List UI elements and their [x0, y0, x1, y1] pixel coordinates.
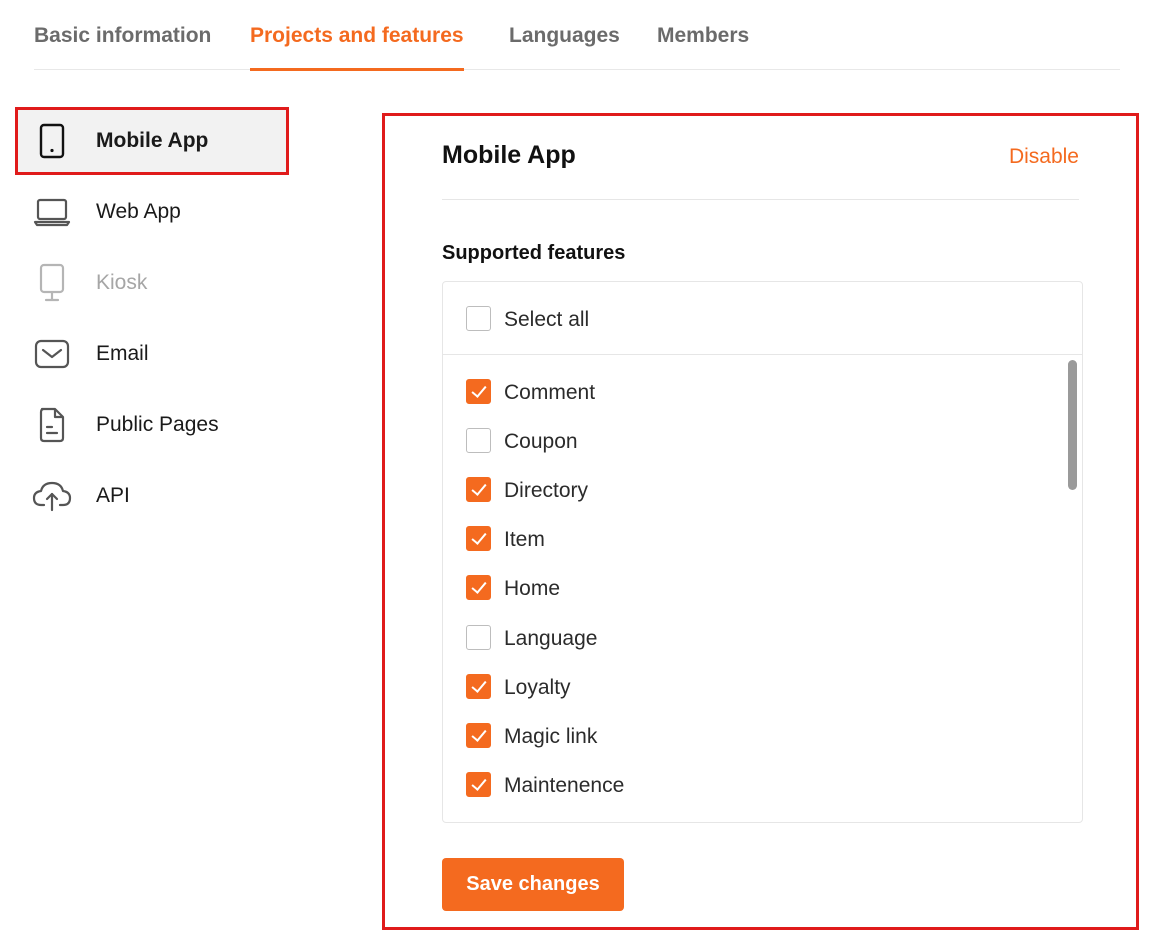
feature-label: Language: [504, 627, 597, 651]
feature-label: Item: [504, 528, 545, 552]
select-all-row[interactable]: Select all: [443, 282, 1082, 355]
feature-label: Directory: [504, 479, 588, 503]
list-item[interactable]: Language: [443, 618, 1082, 658]
list-item[interactable]: Loyalty: [443, 667, 1082, 707]
feature-label: Magic link: [504, 725, 597, 749]
tab-projects-and-features[interactable]: Projects and features: [250, 24, 464, 70]
select-all-label: Select all: [504, 308, 589, 332]
feature-checkbox[interactable]: [466, 674, 491, 699]
divider: [442, 199, 1079, 200]
feature-label: Maintenence: [504, 774, 624, 798]
disable-link[interactable]: Disable: [1009, 145, 1079, 169]
feature-label: Loyalty: [504, 676, 571, 700]
feature-list-scrollbar[interactable]: [1068, 360, 1077, 490]
tab-languages[interactable]: Languages: [509, 24, 620, 70]
sidebar-item-label: Email: [96, 342, 149, 366]
sidebar-item-api[interactable]: API: [18, 465, 286, 527]
feature-list-box: Select all Comment Coupon Directory Item…: [442, 281, 1083, 823]
tab-bar: Basic information Projects and features …: [34, 0, 1120, 70]
cloud-upload-icon: [32, 476, 72, 516]
tab-members[interactable]: Members: [657, 24, 749, 70]
list-item[interactable]: Maintenence: [443, 765, 1082, 805]
sidebar-item-public-pages[interactable]: Public Pages: [18, 394, 286, 456]
select-all-checkbox[interactable]: [466, 306, 491, 331]
feature-checkbox[interactable]: [466, 772, 491, 797]
feature-checkbox[interactable]: [466, 477, 491, 502]
feature-checkbox[interactable]: [466, 428, 491, 453]
panel-title: Mobile App: [442, 141, 576, 170]
envelope-icon: [32, 334, 72, 374]
list-item[interactable]: Comment: [443, 372, 1082, 412]
sidebar-item-label: Web App: [96, 200, 181, 224]
feature-label: Home: [504, 577, 560, 601]
feature-checkbox[interactable]: [466, 575, 491, 600]
sidebar-item-web-app[interactable]: Web App: [18, 181, 286, 243]
mobile-app-settings-panel: Mobile App Disable Supported features Se…: [382, 113, 1139, 930]
list-item[interactable]: Magic link: [443, 716, 1082, 756]
feature-checkbox[interactable]: [466, 526, 491, 551]
feature-checkbox[interactable]: [466, 625, 491, 650]
sidebar-item-label: Kiosk: [96, 271, 147, 295]
kiosk-icon: [32, 263, 72, 303]
tab-basic-information[interactable]: Basic information: [34, 24, 211, 70]
feature-checkbox[interactable]: [466, 379, 491, 404]
save-changes-button[interactable]: Save changes: [442, 858, 624, 911]
list-item[interactable]: Directory: [443, 470, 1082, 510]
document-icon: [32, 405, 72, 445]
list-item[interactable]: Item: [443, 519, 1082, 559]
sidebar-item-mobile-app[interactable]: Mobile App: [18, 110, 286, 172]
feature-checkbox[interactable]: [466, 723, 491, 748]
sidebar-item-email[interactable]: Email: [18, 323, 286, 385]
sidebar-item-label: Public Pages: [96, 413, 219, 437]
list-item[interactable]: Coupon: [443, 421, 1082, 461]
sidebar-item-label: Mobile App: [96, 129, 208, 153]
supported-features-heading: Supported features: [442, 242, 625, 265]
list-item[interactable]: Home: [443, 568, 1082, 608]
feature-label: Comment: [504, 381, 595, 405]
feature-label: Coupon: [504, 430, 578, 454]
sidebar-item-label: API: [96, 484, 130, 508]
laptop-icon: [32, 192, 72, 232]
sidebar-item-kiosk[interactable]: Kiosk: [18, 252, 286, 314]
mobile-phone-icon: [32, 121, 72, 161]
